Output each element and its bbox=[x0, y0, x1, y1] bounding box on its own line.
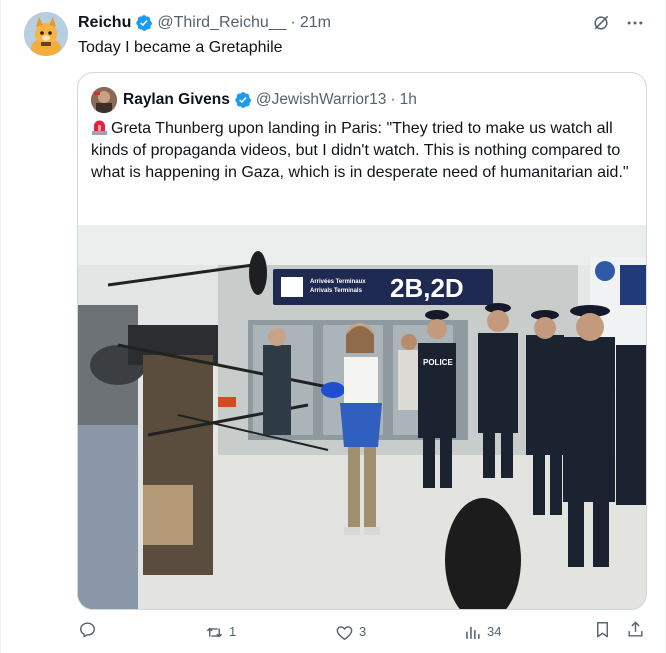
sign-terminal: 2B,2D bbox=[390, 273, 464, 303]
author-name[interactable]: Reichu bbox=[78, 13, 131, 33]
action-bar: 1 3 34 bbox=[78, 620, 648, 644]
police-label: POLICE bbox=[423, 358, 453, 367]
quote-text-block: Greta Thunberg upon landing in Paris: "T… bbox=[91, 118, 636, 184]
repost-icon bbox=[206, 627, 223, 637]
avatar-image bbox=[24, 12, 68, 56]
sign-line2: Arrivals Terminals bbox=[310, 288, 363, 294]
verified-badge-icon bbox=[234, 91, 252, 109]
reply-button[interactable] bbox=[78, 620, 102, 639]
views-button[interactable]: 34 bbox=[463, 620, 501, 644]
bookmark-icon bbox=[597, 622, 608, 638]
bookmark-button[interactable] bbox=[593, 620, 612, 639]
airport-press-photo: Arrivées Terminaux Arrivals Terminals 2B… bbox=[78, 225, 646, 609]
quote-author-name[interactable]: Raylan Givens bbox=[123, 90, 230, 110]
separator-dot: · bbox=[290, 14, 296, 31]
tweet-time[interactable]: 21m bbox=[300, 13, 331, 33]
views-icon bbox=[466, 626, 480, 639]
share-icon bbox=[628, 621, 643, 637]
more-icon[interactable] bbox=[625, 13, 645, 33]
quote-author-handle[interactable]: @JewishWarrior13 bbox=[256, 90, 387, 110]
quote-photo[interactable]: Arrivées Terminaux Arrivals Terminals 2B… bbox=[78, 225, 646, 609]
quote-author-avatar[interactable] bbox=[91, 87, 117, 113]
reply-icon bbox=[80, 622, 95, 638]
author-handle[interactable]: @Third_Reichu__ bbox=[157, 13, 286, 33]
quote-text: Greta Thunberg upon landing in Paris: "T… bbox=[91, 120, 629, 181]
tweet-card[interactable]: Reichu @Third_Reichu__ · 21m Today I bec… bbox=[0, 0, 666, 653]
like-count: 3 bbox=[359, 624, 367, 639]
quoted-tweet[interactable]: Raylan Givens @JewishWarrior13 · 1h Gret… bbox=[77, 72, 647, 610]
tweet-header: Reichu @Third_Reichu__ · 21m bbox=[78, 13, 331, 33]
separator-dot: · bbox=[390, 91, 396, 108]
like-icon bbox=[336, 625, 353, 640]
grok-slash-icon[interactable] bbox=[591, 13, 611, 33]
verified-badge-icon bbox=[135, 14, 153, 32]
author-avatar[interactable] bbox=[24, 12, 68, 56]
views-count: 34 bbox=[487, 624, 502, 639]
quote-header: Raylan Givens @JewishWarrior13 · 1h bbox=[91, 87, 417, 113]
like-button[interactable]: 3 bbox=[335, 620, 366, 644]
top-actions bbox=[591, 13, 645, 33]
tweet-text: Today I became a Gretaphile bbox=[78, 39, 283, 56]
quote-time[interactable]: 1h bbox=[400, 90, 417, 110]
siren-emoji-icon bbox=[91, 119, 108, 135]
repost-button[interactable]: 1 bbox=[205, 620, 236, 644]
share-button[interactable] bbox=[626, 620, 645, 639]
repost-count: 1 bbox=[229, 624, 237, 639]
sign-line1: Arrivées Terminaux bbox=[310, 279, 366, 285]
